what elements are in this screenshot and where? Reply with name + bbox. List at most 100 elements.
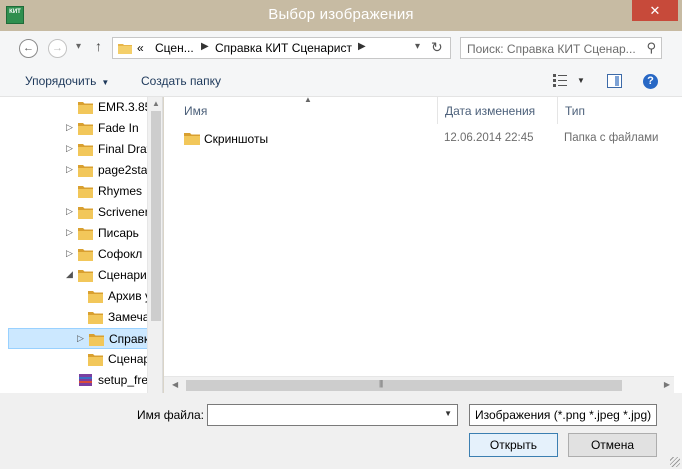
tree-item[interactable]: ▷ page2stage <box>0 160 161 181</box>
column-header-date[interactable]: Дата изменения <box>438 97 558 124</box>
tree-item[interactable]: ▷ Справк <box>8 328 155 349</box>
folder-icon <box>78 165 93 177</box>
resize-grip-icon[interactable] <box>670 457 680 467</box>
new-folder-button[interactable]: Создать папку <box>141 74 221 88</box>
folder-icon <box>118 44 132 54</box>
folder-icon <box>89 334 104 346</box>
column-header-type[interactable]: Тип <box>558 97 682 124</box>
open-button[interactable]: Открыть <box>469 433 558 457</box>
tree-item[interactable]: EMR.3.85 <box>0 97 151 118</box>
tree-item-label: EMR.3.85 <box>98 100 152 114</box>
tree-expander-icon[interactable]: ◢ <box>66 269 73 280</box>
search-icon[interactable]: ⚲ <box>646 40 656 56</box>
chevron-down-icon[interactable]: ▼ <box>577 76 585 85</box>
address-bar[interactable]: « Сцен... ▶ Справка КИТ Сценарист ▶ ▾ ↻ <box>112 37 451 59</box>
search-box[interactable]: ⚲ <box>460 37 662 59</box>
help-icon[interactable]: ? <box>643 74 658 89</box>
tree-expander-icon[interactable]: ▷ <box>66 143 73 154</box>
cancel-button[interactable]: Отмена <box>568 433 657 457</box>
folder-icon <box>88 291 103 303</box>
tree-item[interactable]: ▷ Fade In <box>0 118 147 139</box>
filename-input[interactable] <box>211 408 431 423</box>
back-button[interactable]: ← <box>19 39 38 58</box>
filename-combobox[interactable]: ▼ <box>207 404 458 426</box>
tree-scrollbar[interactable]: ▲ <box>147 97 162 393</box>
tree-item-label: Scrivener <box>98 205 149 219</box>
recent-locations-chevron-icon[interactable]: ▾ <box>76 41 81 52</box>
file-type: Папка с файлами <box>564 132 659 144</box>
column-header-name[interactable]: ▲ Имя <box>164 95 436 124</box>
tree-item[interactable]: Замеча <box>0 307 150 328</box>
tree-expander-icon[interactable]: ▷ <box>66 164 73 175</box>
search-input[interactable] <box>467 41 639 56</box>
navigation-bar: ← → ▾ ↑ « Сцен... ▶ Справка КИТ Сценарис… <box>0 31 682 65</box>
folder-icon <box>78 123 93 135</box>
tree-expander-icon[interactable]: ▷ <box>66 227 73 238</box>
folder-icon <box>78 102 93 114</box>
tree-item[interactable]: Сценар <box>0 349 151 370</box>
tree-expander-icon[interactable]: ▷ <box>66 206 73 217</box>
folder-icon <box>184 133 200 145</box>
breadcrumb-item[interactable]: Сцен... <box>155 41 194 55</box>
file-type-filter[interactable]: Изображения (*.png *.jpeg *.jpg) <box>469 404 657 426</box>
preview-pane-icon[interactable] <box>607 74 622 88</box>
scroll-right-icon[interactable]: ▶ <box>664 380 670 389</box>
horizontal-scrollbar[interactable]: ◀ ||| ▶ <box>164 376 674 393</box>
dialog-footer: Имя файла: ▼ Изображения (*.png *.jpeg *… <box>0 393 682 469</box>
refresh-icon[interactable]: ↻ <box>431 39 443 56</box>
file-name: Скриншоты <box>204 132 269 146</box>
scrollbar-thumb[interactable] <box>151 111 161 321</box>
title-bar: КИТ Выбор изображения ✕ <box>0 0 682 31</box>
up-arrow-icon[interactable]: ↑ <box>95 38 102 54</box>
tree-item-label: Rhymes <box>98 184 143 198</box>
tree-item[interactable]: ◢ Сценарист <box>0 265 158 286</box>
folder-icon <box>78 249 93 261</box>
forward-button[interactable]: → <box>48 39 67 58</box>
tree-item[interactable]: ▷ Писарь <box>0 223 147 244</box>
column-header-label: Дата изменения <box>445 104 536 118</box>
tree-item[interactable]: setup_fre <box>0 370 148 391</box>
view-options-icon[interactable] <box>553 74 567 87</box>
scrollbar-thumb[interactable] <box>186 380 622 391</box>
tree-item-label: Софокл <box>98 247 143 261</box>
tree-item[interactable]: ▷ Final Draft <box>0 139 153 160</box>
tree-item-label: Замеча <box>108 310 150 324</box>
tree-item[interactable]: ▷ Софокл <box>0 244 147 265</box>
tree-expander-icon[interactable]: ▷ <box>77 333 84 344</box>
list-item[interactable]: Скриншоты 12.06.2014 22:45 Папка с файла… <box>164 128 682 150</box>
scrollbar-grip-icon: ||| <box>379 379 383 388</box>
tree-item-label: Архив у <box>108 289 151 303</box>
tree-item-label: Справк <box>109 332 150 346</box>
tree-item-label: Писарь <box>98 226 139 240</box>
folder-icon <box>88 312 103 324</box>
tree-item[interactable]: Архив у <box>0 286 151 307</box>
file-type-filter-value: Изображения (*.png *.jpeg *.jpg) <box>475 408 652 422</box>
tree-expander-icon[interactable]: ▷ <box>66 248 73 259</box>
organize-button[interactable]: Упорядочить ▼ <box>25 74 109 88</box>
tree-item-label: Сценар <box>108 352 151 366</box>
close-button[interactable]: ✕ <box>632 0 678 21</box>
breadcrumb-overflow[interactable]: « <box>137 41 144 55</box>
organize-label: Упорядочить <box>25 74 97 88</box>
command-toolbar: Упорядочить ▼ Создать папку ▼ ? <box>0 65 682 97</box>
folder-icon <box>78 207 93 219</box>
scroll-left-icon[interactable]: ◀ <box>172 380 178 389</box>
filename-label: Имя файла: <box>137 408 204 422</box>
tree-expander-icon[interactable]: ▷ <box>66 122 73 133</box>
folder-icon <box>78 186 93 198</box>
navigation-tree[interactable]: EMR.3.85 ▷ Fade In ▷ Final Draft ▷ page2stage R… <box>0 97 163 393</box>
address-dropdown-icon[interactable]: ▾ <box>415 41 420 52</box>
breadcrumb-item[interactable]: Справка КИТ Сценарист <box>215 41 352 55</box>
archive-icon <box>79 374 92 386</box>
tree-item-label: Final Draft <box>98 142 154 156</box>
tree-item[interactable]: Rhymes <box>0 181 147 202</box>
tree-item[interactable]: ▷ Scrivener <box>0 202 149 223</box>
chevron-down-icon[interactable]: ▼ <box>444 409 452 418</box>
scroll-up-icon[interactable]: ▲ <box>152 99 160 108</box>
folder-icon <box>88 354 103 366</box>
breadcrumb-separator-icon[interactable]: ▶ <box>201 41 209 52</box>
tree-item-label: Fade In <box>98 121 139 135</box>
file-list[interactable]: ▲ Имя Дата изменения Тип Скриншоты 12.06… <box>164 95 682 393</box>
breadcrumb-separator-icon[interactable]: ▶ <box>358 41 366 52</box>
file-date: 12.06.2014 22:45 <box>444 132 534 144</box>
